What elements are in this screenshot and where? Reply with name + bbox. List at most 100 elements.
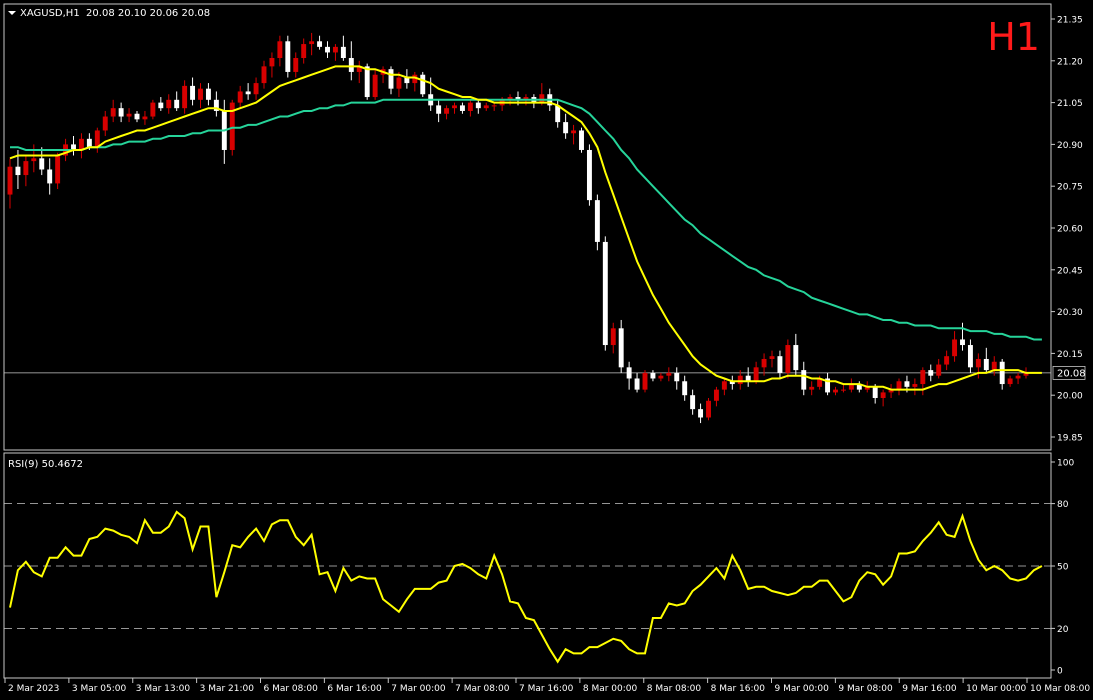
candle-body	[118, 108, 124, 117]
candle-body	[801, 370, 807, 390]
candle-body	[7, 166, 13, 195]
candle-body	[174, 99, 180, 109]
candle-body	[110, 108, 116, 117]
candle-body	[47, 169, 53, 184]
candle-body	[594, 200, 600, 242]
candle-body	[586, 149, 592, 201]
candle-body	[936, 364, 942, 376]
candle-body	[999, 361, 1005, 385]
candle-body	[690, 395, 696, 410]
candle-body	[459, 105, 465, 111]
candle-body	[793, 345, 799, 371]
price-tick-label: 21.05	[1057, 99, 1083, 109]
candle-body	[706, 400, 711, 418]
candle	[642, 370, 648, 393]
candle-body	[126, 113, 132, 117]
candle-body	[237, 91, 243, 103]
candle-body	[579, 130, 584, 150]
candle-body	[634, 378, 640, 390]
candle-body	[285, 41, 291, 72]
candle-body	[372, 74, 378, 98]
candle-body	[610, 328, 616, 346]
candle-body	[388, 69, 394, 89]
candle-body	[658, 375, 664, 379]
symbol-info: XAGUSD,H1 20.08 20.10 20.06 20.08	[20, 8, 210, 19]
time-tick-label: 10 Mar 00:00	[966, 684, 1026, 694]
price-tick-label: 20.15	[1057, 350, 1083, 360]
candle-body	[761, 358, 767, 368]
candle-body	[674, 372, 680, 382]
chart-canvas: 21.35 21.20 21.05 20.90 20.75 20.60 20.45 20.30…	[0, 0, 1093, 700]
candle-body	[1015, 375, 1021, 379]
price-tick-label: 20.75	[1057, 183, 1083, 193]
time-tick-label: 9 Mar 16:00	[902, 684, 957, 694]
candle-body	[983, 358, 989, 371]
candle-body	[325, 46, 330, 53]
price-tick-label: 20.45	[1057, 266, 1083, 276]
candle-body	[182, 85, 188, 109]
candle-body	[737, 375, 743, 385]
candle-body	[682, 381, 688, 396]
candle-body	[301, 44, 307, 59]
timeframe-label: H1	[987, 15, 1040, 59]
candle	[150, 99, 156, 120]
candle-body	[555, 105, 561, 123]
price-tick-label: 20.90	[1057, 141, 1083, 151]
candle-body	[444, 108, 450, 114]
candle-body	[698, 409, 704, 418]
candle-body	[39, 158, 45, 170]
time-tick-label: 9 Mar 00:00	[775, 684, 830, 694]
candle-body	[872, 386, 878, 398]
time-tick-label: 8 Mar 16:00	[711, 684, 766, 694]
candle-body	[967, 345, 973, 368]
candle-body	[245, 91, 251, 95]
candle-body	[1007, 378, 1013, 385]
time-tick-label: 6 Mar 08:00	[264, 684, 319, 694]
candle	[579, 127, 584, 153]
chart-background	[0, 0, 1093, 700]
candle-body	[991, 361, 997, 371]
candle-body	[31, 158, 37, 162]
candle-body	[944, 356, 950, 365]
candle-body	[626, 367, 632, 379]
candle-body	[650, 372, 656, 379]
time-tick-label: 3 Mar 05:00	[72, 684, 127, 694]
candle-body	[753, 367, 759, 382]
price-tag-value: 20.08	[1057, 368, 1086, 379]
candle-body	[293, 58, 299, 72]
time-tick-label: 8 Mar 00:00	[583, 684, 638, 694]
rsi-tick-label: 0	[1057, 667, 1063, 677]
candle-body	[912, 384, 918, 387]
candle-body	[205, 88, 211, 100]
candle-body	[571, 130, 577, 134]
candle-body	[55, 155, 61, 184]
candle-body	[483, 105, 489, 109]
price-tick-label: 21.20	[1057, 57, 1083, 67]
time-tick-label: 7 Mar 00:00	[391, 684, 446, 694]
candle-body	[785, 345, 791, 373]
candle	[785, 339, 791, 379]
price-tick-label: 21.35	[1057, 16, 1083, 26]
candle-body	[134, 113, 140, 120]
candle-body	[142, 116, 148, 120]
candle-body	[896, 381, 902, 390]
candle	[602, 236, 608, 351]
candle-body	[975, 358, 981, 368]
candle	[706, 397, 711, 421]
candle	[594, 194, 600, 251]
header: XAGUSD,H1 20.08 20.10 20.06 20.08	[8, 8, 210, 19]
candle-body	[642, 372, 648, 390]
rsi-header: RSI(9) 50.4672	[8, 459, 83, 470]
candle-body	[777, 356, 783, 373]
candle-body	[317, 41, 323, 47]
candle-body	[666, 372, 672, 376]
time-tick-label: 6 Mar 16:00	[327, 684, 382, 694]
candle-body	[880, 392, 886, 398]
candle-body	[277, 41, 283, 59]
time-tick-label: 9 Mar 08:00	[838, 684, 893, 694]
candle-body	[436, 105, 442, 114]
candle-body	[86, 138, 92, 148]
time-tick-label: 10 Mar 08:00	[1030, 684, 1090, 694]
current-price-tag: 20.08	[1052, 366, 1086, 380]
candle-body	[713, 389, 719, 401]
